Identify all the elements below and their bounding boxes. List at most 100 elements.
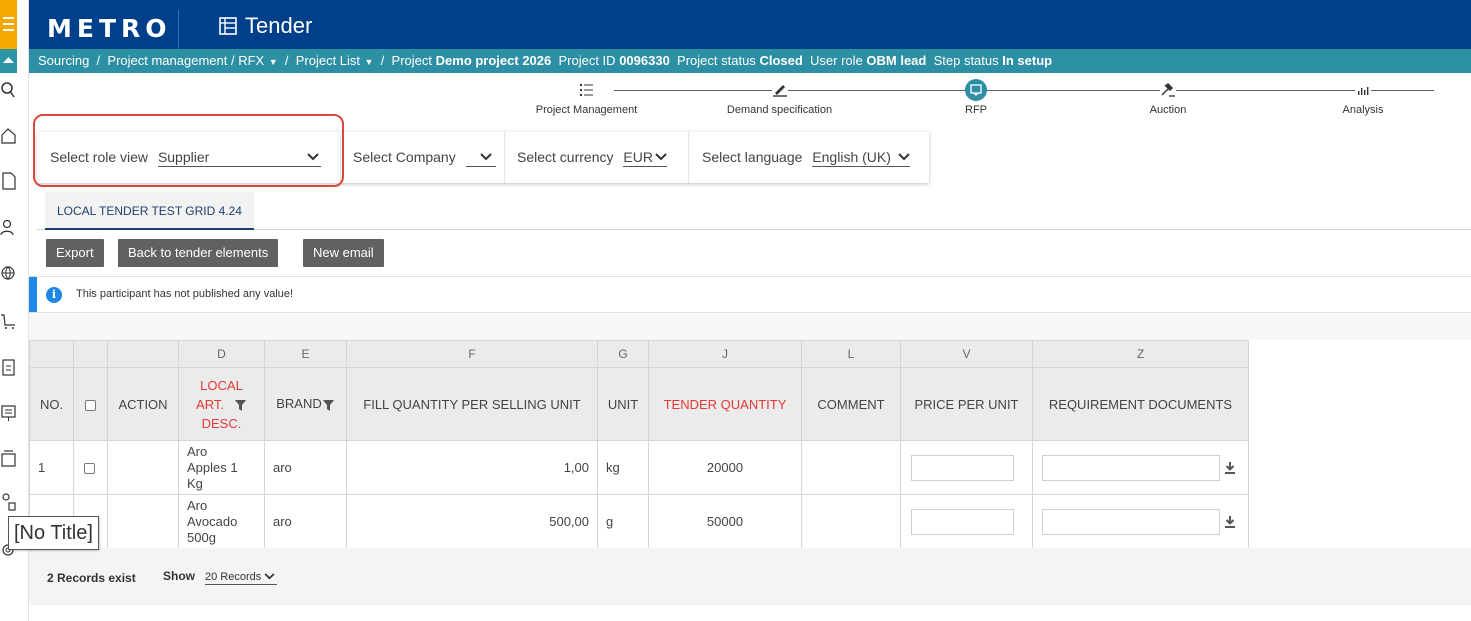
list-icon: [578, 83, 595, 97]
user-data-icon[interactable]: [0, 490, 17, 512]
header-local-art-desc[interactable]: LOCAL ART. DESC.: [178, 367, 265, 441]
page-size-select[interactable]: 20 Records: [205, 570, 278, 585]
tooltip: [No Title]: [8, 516, 99, 550]
collapse-up-icon[interactable]: [0, 49, 17, 73]
header-no[interactable]: NO.: [29, 367, 74, 441]
language-select[interactable]: Select language English (UK): [702, 132, 911, 183]
requirement-document-input[interactable]: [1042, 454, 1220, 481]
breadcrumb-sourcing[interactable]: Sourcing: [38, 53, 89, 68]
header-tender-quantity[interactable]: TENDER QUANTITY: [648, 367, 802, 441]
info-message: This participant has not published any v…: [76, 288, 294, 300]
currency-select[interactable]: Select currency EUR: [517, 132, 668, 183]
company-label: Select Company: [353, 149, 456, 165]
column-letter: [29, 340, 74, 368]
download-icon[interactable]: [1224, 515, 1236, 528]
row-action: [107, 440, 179, 495]
tab-local-tender-test-grid[interactable]: LOCAL TENDER TEST GRID 4.24: [45, 192, 254, 230]
company-select[interactable]: Select Company: [353, 132, 496, 183]
new-email-button[interactable]: New email: [303, 239, 384, 267]
window-icon[interactable]: [0, 447, 17, 469]
filter-icon[interactable]: [322, 399, 335, 412]
column-header-row: NO. ACTION LOCAL ART. DESC. BRAND FILL Q…: [29, 367, 1249, 441]
language-value[interactable]: English (UK): [812, 148, 911, 167]
document-icon[interactable]: [0, 169, 17, 191]
header-brand[interactable]: BRAND: [264, 367, 347, 441]
step-auction[interactable]: Auction: [1136, 79, 1200, 116]
records-count: 2 Records exist: [47, 571, 136, 585]
home-icon[interactable]: [0, 124, 17, 146]
logo-text: METRO: [47, 14, 172, 43]
row-fill-quantity: 1,00: [346, 440, 598, 495]
tender-grid-icon: [219, 17, 237, 35]
tender-tabs: LOCAL TENDER TEST GRID 4.24: [37, 192, 1471, 230]
price-per-unit-input[interactable]: [911, 508, 1014, 535]
header-price-per-unit[interactable]: PRICE PER UNIT: [900, 367, 1033, 441]
search-icon[interactable]: [0, 78, 17, 100]
column-letter: E: [264, 340, 347, 368]
global-search-icon[interactable]: [0, 262, 17, 284]
header-action[interactable]: ACTION: [107, 367, 179, 441]
download-icon[interactable]: [1224, 461, 1236, 474]
header-select-all[interactable]: [73, 367, 108, 441]
project-status-value: Closed: [759, 53, 803, 68]
tender-grid: D E F G J L V Z NO. ACTION LOCAL ART. DE…: [29, 340, 1249, 549]
step-project-management[interactable]: Project Management: [524, 79, 649, 116]
select-all-checkbox[interactable]: [85, 399, 96, 411]
column-letter: D: [178, 340, 265, 368]
row-unit: kg: [597, 440, 649, 495]
user-role-value: OBM lead: [866, 53, 927, 68]
table-row: Aro Avocado 500g aro 500,00 g 50000: [29, 494, 1249, 549]
edit-pencil-icon: [771, 83, 788, 97]
company-value[interactable]: [465, 148, 496, 167]
row-checkbox[interactable]: [84, 463, 95, 475]
breadcrumb-project-management[interactable]: Project management / RFX ▼: [107, 53, 277, 68]
metro-logo[interactable]: METRO: [47, 10, 179, 50]
header-unit[interactable]: UNIT: [597, 367, 649, 441]
header-fill-quantity[interactable]: FILL QUANTITY PER SELLING UNIT: [346, 367, 598, 441]
cart-icon[interactable]: [0, 309, 17, 331]
row-comment[interactable]: [801, 494, 901, 549]
row-tender-quantity: 20000: [648, 440, 802, 495]
row-requirement-documents: [1032, 494, 1249, 549]
requirement-document-input[interactable]: [1042, 508, 1220, 535]
row-brand: aro: [264, 494, 347, 549]
breadcrumb-project-list[interactable]: Project List ▼: [296, 53, 374, 68]
project-status-label: Project status: [677, 53, 756, 68]
breadcrumb-project-name: Demo project 2026: [435, 53, 552, 68]
grid-footer: 2 Records exist Show 20 Records: [29, 548, 1471, 605]
breadcrumb: Sourcing / Project management / RFX ▼ / …: [29, 49, 1471, 73]
project-id-label: Project ID: [558, 53, 616, 68]
clipboard-icon[interactable]: [0, 355, 17, 377]
rfp-step-circle: [965, 79, 987, 101]
header-requirement-documents[interactable]: REQUIREMENT DOCUMENTS: [1032, 367, 1249, 441]
row-requirement-documents: [1032, 440, 1249, 495]
app-header: METRO Tender: [29, 0, 1471, 50]
column-letter: Z: [1032, 340, 1249, 368]
export-button[interactable]: Export: [46, 239, 104, 267]
row-price-cell: [900, 494, 1033, 549]
header-comment[interactable]: COMMENT: [801, 367, 901, 441]
hamburger-menu-icon[interactable]: [0, 0, 17, 49]
chevron-down-icon: [264, 573, 275, 580]
price-per-unit-input[interactable]: [911, 454, 1014, 481]
back-to-tender-elements-button[interactable]: Back to tender elements: [118, 239, 279, 267]
step-demand-specification[interactable]: Demand specification: [717, 79, 842, 116]
column-letter: G: [597, 340, 649, 368]
row-comment[interactable]: [801, 440, 901, 495]
step-label: Auction: [1149, 104, 1187, 116]
row-select-cell: [73, 440, 108, 495]
row-tender-quantity: 50000: [648, 494, 802, 549]
filter-icon[interactable]: [234, 399, 247, 412]
step-analysis[interactable]: Analysis: [1331, 79, 1395, 116]
column-letter: F: [346, 340, 598, 368]
step-label: Analysis: [1342, 104, 1384, 116]
step-rfp[interactable]: RFP: [961, 79, 991, 116]
header-text: DESC.: [201, 415, 242, 431]
row-unit: g: [597, 494, 649, 549]
user-list-icon[interactable]: [0, 216, 17, 238]
spacer-strip: [29, 313, 1471, 340]
currency-value[interactable]: EUR: [623, 148, 668, 167]
rfp-document-icon: [970, 84, 982, 96]
bar-chart-icon: [1355, 83, 1371, 97]
presentation-icon[interactable]: [0, 401, 17, 423]
